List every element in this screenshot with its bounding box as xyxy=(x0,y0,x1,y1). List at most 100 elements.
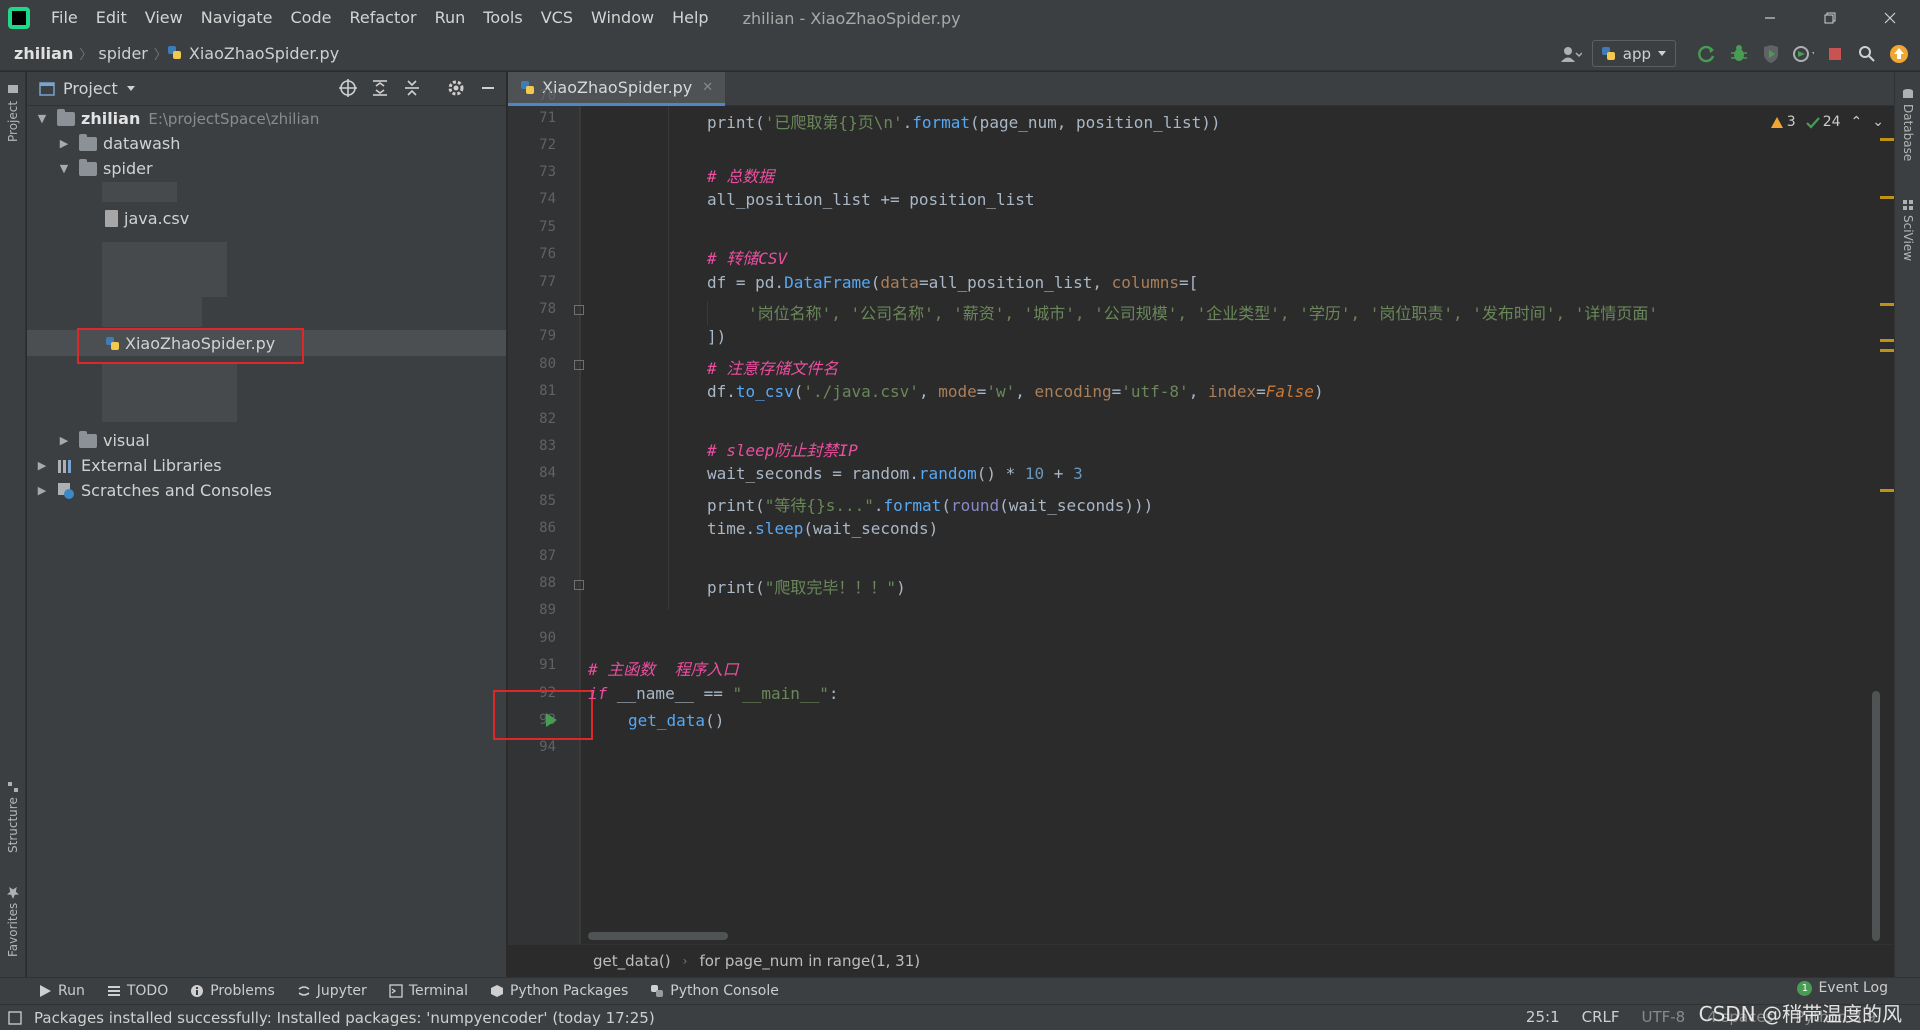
code-line-91[interactable]: # 主函数 程序入口 xyxy=(588,656,739,680)
vertical-scrollbar[interactable] xyxy=(1872,691,1880,941)
code-editor[interactable]: 70 71 72 73 74 75 76 77 78 79 80 81 82 8… xyxy=(493,88,1894,944)
code-line-86[interactable]: time.sleep(wait_seconds) xyxy=(707,519,938,538)
code-line-76[interactable]: # 转储CSV xyxy=(707,245,787,269)
chevron-down-icon[interactable]: ▼ xyxy=(35,112,49,125)
checks-counter[interactable]: 24 xyxy=(1805,114,1841,130)
run-main-gutter-icon[interactable] xyxy=(544,712,558,728)
code-line-92[interactable]: if __name__ == "__main__": xyxy=(588,684,838,703)
inspection-widget[interactable]: 3 24 ⌃ ⌄ xyxy=(1770,114,1884,130)
chevron-right-icon[interactable]: ▶ xyxy=(57,434,71,447)
code-line-79[interactable]: ]) xyxy=(707,327,726,346)
tree-item-scratches[interactable]: ▶ Scratches and Consoles xyxy=(35,478,272,503)
menu-help[interactable]: Help xyxy=(663,0,717,36)
tool-problems[interactable]: Problems xyxy=(190,983,275,999)
close-tab-icon[interactable]: ✕ xyxy=(702,80,713,95)
next-highlight-icon[interactable]: ⌄ xyxy=(1872,114,1884,130)
warnings-counter[interactable]: 3 xyxy=(1770,114,1796,130)
warning-stripe-marker[interactable] xyxy=(1880,339,1894,342)
event-log-button[interactable]: 1 Event Log xyxy=(1797,980,1888,996)
code-line-80[interactable]: # 注意存储文件名 xyxy=(707,355,838,379)
tool-python-packages[interactable]: Python Packages xyxy=(490,983,628,999)
toggle-tool-windows-icon[interactable] xyxy=(8,1010,22,1025)
tree-item-xiaozhaospider[interactable]: XiaoZhaoSpider.py xyxy=(105,331,275,356)
warning-stripe-marker[interactable] xyxy=(1880,138,1894,141)
menu-view[interactable]: View xyxy=(136,0,192,36)
line-separator[interactable]: CRLF xyxy=(1582,1008,1620,1026)
tool-terminal[interactable]: Terminal xyxy=(389,983,468,999)
code-line-93[interactable]: get_data() xyxy=(628,711,724,730)
tool-jupyter[interactable]: Jupyter xyxy=(297,983,367,999)
menu-navigate[interactable]: Navigate xyxy=(192,0,282,36)
fold-marker-icon[interactable] xyxy=(574,360,584,370)
breadcrumb-folder[interactable]: spider xyxy=(92,44,154,63)
tool-python-console[interactable]: Python Console xyxy=(650,983,779,999)
code-line-77[interactable]: df = pd.DataFrame(data=all_position_list… xyxy=(707,273,1198,292)
menu-tools[interactable]: Tools xyxy=(474,0,531,36)
code-line-78[interactable]: '岗位名称', '公司名称', '薪资', '城市', '公司规模', '企业类… xyxy=(748,300,1658,324)
tool-todo[interactable]: TODO xyxy=(107,983,168,999)
debug-button[interactable] xyxy=(1728,43,1750,65)
menu-window[interactable]: Window xyxy=(582,0,663,36)
breadcrumb-project[interactable]: zhilian xyxy=(0,44,79,63)
fold-marker-icon[interactable] xyxy=(574,580,584,590)
code-line-71[interactable]: print('已爬取第{}页\n'.format(page_num, posit… xyxy=(707,109,1221,133)
search-everywhere-button[interactable] xyxy=(1856,43,1878,65)
code-line-81[interactable]: df.to_csv('./java.csv', mode='w', encodi… xyxy=(707,382,1324,401)
menu-refactor[interactable]: Refactor xyxy=(340,0,425,36)
menu-edit[interactable]: Edit xyxy=(87,0,136,36)
stop-button[interactable] xyxy=(1824,43,1846,65)
locate-file-icon[interactable] xyxy=(338,78,358,98)
menu-code[interactable]: Code xyxy=(282,0,341,36)
code-line-83[interactable]: # sleep防止封禁IP xyxy=(707,437,858,461)
file-encoding[interactable]: UTF-8 xyxy=(1642,1008,1686,1026)
rerun-button[interactable] xyxy=(1696,43,1718,65)
menu-run[interactable]: Run xyxy=(426,0,475,36)
code-line-85[interactable]: print("等待{}s...".format(round(wait_secon… xyxy=(707,492,1153,516)
minimize-button[interactable] xyxy=(1740,0,1800,36)
restore-button[interactable] xyxy=(1800,0,1860,36)
breadcrumb-file[interactable]: XiaoZhaoSpider.py xyxy=(183,44,345,63)
tree-item-external-libraries[interactable]: ▶ External Libraries xyxy=(35,453,222,478)
updates-button[interactable] xyxy=(1888,43,1910,65)
run-configuration-select[interactable]: app xyxy=(1591,40,1676,67)
previous-highlight-icon[interactable]: ⌃ xyxy=(1851,114,1863,130)
favorites-tool-tab[interactable]: Favorites xyxy=(1,877,25,967)
warning-stripe-marker[interactable] xyxy=(1880,349,1894,352)
warning-stripe-marker[interactable] xyxy=(1880,303,1894,306)
user-icon[interactable] xyxy=(1560,43,1582,65)
collapse-all-icon[interactable] xyxy=(402,78,422,98)
fold-marker-icon[interactable] xyxy=(574,305,584,315)
chevron-right-icon[interactable]: ▶ xyxy=(57,137,71,150)
chevron-right-icon[interactable]: ▶ xyxy=(35,459,49,472)
hide-panel-icon[interactable] xyxy=(478,78,498,98)
tool-run[interactable]: Run xyxy=(38,983,85,999)
expand-all-icon[interactable] xyxy=(370,78,390,98)
horizontal-scrollbar[interactable] xyxy=(588,932,728,940)
profile-button[interactable] xyxy=(1792,43,1814,65)
chevron-down-icon[interactable] xyxy=(126,85,136,93)
status-message[interactable]: Packages installed successfully: Install… xyxy=(34,1009,655,1027)
structure-tool-tab[interactable]: Structure xyxy=(1,772,25,862)
database-tool-tab[interactable]: Database xyxy=(1896,80,1920,170)
breadcrumb-loop[interactable]: for page_num in range(1, 31) xyxy=(699,952,920,970)
caret-position[interactable]: 25:1 xyxy=(1526,1008,1560,1026)
tree-item-visual[interactable]: ▶ visual xyxy=(57,428,150,453)
coverage-button[interactable] xyxy=(1760,43,1782,65)
tree-item-java-csv[interactable]: java.csv xyxy=(105,206,189,231)
tree-item-datawash[interactable]: ▶ datawash xyxy=(57,131,180,156)
tree-item-spider[interactable]: ▼ spider xyxy=(57,156,153,181)
code-line-74[interactable]: all_position_list += position_list xyxy=(707,190,1035,209)
chevron-right-icon[interactable]: ▶ xyxy=(35,484,49,497)
project-panel-title[interactable]: Project xyxy=(63,79,118,98)
chevron-down-icon[interactable]: ▼ xyxy=(57,162,71,175)
menu-file[interactable]: File xyxy=(42,0,87,36)
close-window-button[interactable] xyxy=(1860,0,1920,36)
warning-stripe-marker[interactable] xyxy=(1880,196,1894,199)
code-line-73[interactable]: # 总数据 xyxy=(707,163,774,187)
gear-icon[interactable] xyxy=(446,78,466,98)
menu-vcs[interactable]: VCS xyxy=(532,0,582,36)
breadcrumb-function[interactable]: get_data() xyxy=(593,952,671,970)
tree-root-zhilian[interactable]: ▼ zhilian E:\projectSpace\zhilian xyxy=(35,106,319,131)
sciview-tool-tab[interactable]: SciView xyxy=(1896,190,1920,270)
project-tool-tab[interactable]: Project xyxy=(1,78,25,148)
